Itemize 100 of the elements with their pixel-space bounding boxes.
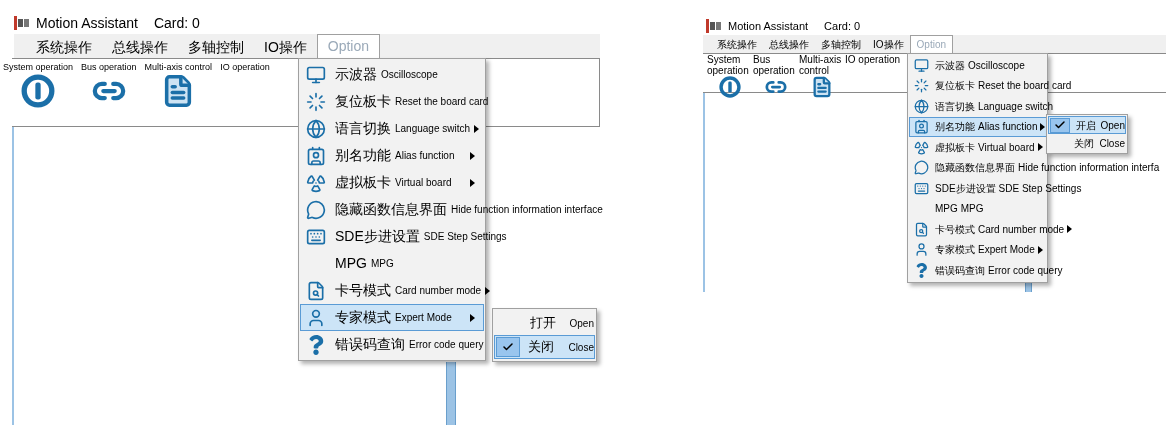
speech-bubble-icon <box>306 199 326 220</box>
menu-item[interactable]: 专家模式 Expert Mode <box>909 239 1047 260</box>
menu-item[interactable]: 卡号模式 Card number mode <box>909 219 1077 240</box>
speech-bubble-icon <box>913 160 929 176</box>
menu-item-label: 虚拟板卡 <box>335 173 391 192</box>
menu-item-label: 隐藏函数信息界面 <box>335 200 447 219</box>
menu-item-label: MPG <box>935 202 958 217</box>
menu-item-label: 别名功能 <box>935 120 975 135</box>
menu-item[interactable]: SDE步进设置 SDE Step Settings <box>300 223 508 250</box>
menu-item-translation: Expert Mode <box>395 311 452 325</box>
submenu-item[interactable]: 打开 Open <box>494 311 595 335</box>
submenu-item-translation: Open <box>569 316 594 331</box>
menu-item-label: 卡号模式 <box>935 222 975 237</box>
menu-item-translation: MPG <box>960 202 984 217</box>
menu-item-translation: Language switch <box>395 122 471 136</box>
menu-bar-item[interactable]: 多轴控制 <box>178 36 254 58</box>
submenu-item[interactable]: 关闭 Close <box>1048 134 1126 152</box>
menu-item[interactable]: 专家模式 Expert Mode <box>300 304 484 331</box>
contact-card-icon <box>913 119 929 135</box>
menu-item-label: 语言切换 <box>935 99 975 114</box>
toolbar-label: System operation <box>3 61 74 74</box>
menu-item-label: 虚拟板卡 <box>935 140 975 155</box>
menu-item-label: 语言切换 <box>335 119 391 138</box>
menu-item-label: 复位板卡 <box>335 92 391 111</box>
menu-item[interactable]: 隐藏函数信息界面 Hide function information interface <box>300 196 604 223</box>
app-logo-icon <box>14 16 30 30</box>
toolbar-label: IO operation <box>845 54 901 67</box>
menu-item[interactable]: 虚拟板卡 Virtual board <box>909 137 1047 158</box>
menu-item[interactable]: MPG MPG <box>300 250 484 277</box>
document-icon[interactable] <box>811 76 833 98</box>
menu-item[interactable]: 语言切换 Language switch <box>300 115 489 142</box>
window-title: Motion Assistant <box>36 13 138 33</box>
toolbar-label: Bus operation <box>81 61 137 74</box>
menu-item[interactable]: 虚拟板卡 Virtual board <box>300 169 484 196</box>
menu-item-translation: Error code query <box>409 338 484 352</box>
menu-item-translation: Alias function <box>395 149 455 163</box>
menu-item[interactable]: SDE步进设置 SDE Step Settings <box>909 178 1083 199</box>
menu-bar-item[interactable]: 多轴控制 <box>815 36 867 53</box>
menu-item[interactable]: 语言切换 Language switch <box>909 96 1055 117</box>
submenu-item-label: 关闭 <box>1074 136 1095 151</box>
menu-item-translation: Card number mode <box>395 284 482 298</box>
trefoil-icon <box>306 172 326 193</box>
menu-item-label: SDE步进设置 <box>335 227 420 246</box>
document-search-icon <box>306 280 326 301</box>
monitor-icon <box>306 64 326 85</box>
menu-item-label: 专家模式 <box>335 308 391 327</box>
menu-item-label: 示波器 <box>935 58 965 73</box>
submenu-item-translation: Close <box>1099 136 1125 151</box>
toolbar-label: System operation <box>707 54 750 76</box>
menu-item-translation: Virtual board <box>395 176 452 190</box>
user-icon <box>913 242 929 258</box>
submenu-item[interactable]: 开启 Open <box>1048 116 1126 134</box>
toolbar-label: Multi-axis control <box>144 61 213 74</box>
toolbar-label: Multi-axis control <box>799 54 843 76</box>
menu-item-translation: Oscilloscope <box>968 58 1025 73</box>
menu-item-translation: Alias function <box>978 120 1038 135</box>
menu-item[interactable]: 错误码查询 Error code query <box>909 260 1064 281</box>
power-icon[interactable] <box>719 76 741 98</box>
menu-item[interactable]: 卡号模式 Card number mode <box>300 277 500 304</box>
menu-item-translation: Virtual board <box>978 140 1035 155</box>
menu-item[interactable]: MPG MPG <box>909 198 1046 219</box>
toolbar-label: IO operation <box>220 61 270 74</box>
submenu-item-translation: Close <box>568 340 594 355</box>
globe-icon <box>913 98 929 114</box>
menu-item-translation: SDE Step Settings <box>423 230 507 244</box>
menu-item[interactable]: 复位板卡 Reset the board card <box>909 75 1073 96</box>
menu-item-translation: Error code query <box>988 263 1063 278</box>
menu-item-translation: Oscilloscope <box>381 68 438 82</box>
menu-bar-item[interactable]: 系统操作 <box>26 36 102 58</box>
menu-item-translation: MPG <box>370 257 394 271</box>
menu-item-label: 隐藏函数信息界面 <box>935 161 1015 176</box>
menu-bar-item[interactable]: 总线操作 <box>102 36 178 58</box>
menu-bar-item[interactable]: IO操作 <box>867 36 910 53</box>
menu-item[interactable]: 错误码查询 Error code query <box>300 331 485 358</box>
menu-item[interactable]: 别名功能 Alias function <box>300 142 484 169</box>
menu-item[interactable]: 隐藏函数信息界面 Hide function information interfa <box>909 157 1161 178</box>
menu-bar-item[interactable]: 总线操作 <box>763 36 815 53</box>
window-title: Motion Assistant <box>728 18 809 34</box>
menu-item-translation: Card number mode <box>978 222 1065 237</box>
submenu-item-label: 开启 <box>1075 118 1096 133</box>
submenu-item-label: 关闭 <box>528 338 555 357</box>
menu-item-label: SDE步进设置 <box>935 181 996 196</box>
menu-item-translation: Hide function information interfa <box>1018 161 1160 176</box>
submenu-item-label: 打开 <box>529 314 556 333</box>
menu-item[interactable]: 示波器 Oscilloscope <box>909 55 1046 76</box>
menu-item-label: 专家模式 <box>935 243 975 258</box>
contact-card-icon <box>306 145 326 166</box>
toolbar-label: Bus operation <box>753 54 796 76</box>
menu-bar-item[interactable]: 系统操作 <box>711 36 763 53</box>
menu-bar-item[interactable]: IO操作 <box>254 36 317 58</box>
submenu-item[interactable]: 关闭 Close <box>494 335 595 359</box>
power-icon[interactable] <box>21 74 55 108</box>
menu-item[interactable]: 复位板卡 Reset the board card <box>300 88 490 115</box>
user-icon <box>306 307 326 328</box>
menu-item-label: 卡号模式 <box>335 281 391 300</box>
menu-item-translation: Reset the board card <box>395 95 489 109</box>
menu-item-label: 错误码查询 <box>935 263 985 278</box>
card-label: Card: 0 <box>153 13 200 33</box>
menu-item[interactable]: 示波器 Oscilloscope <box>300 61 484 88</box>
sparkle-icon <box>913 78 929 94</box>
